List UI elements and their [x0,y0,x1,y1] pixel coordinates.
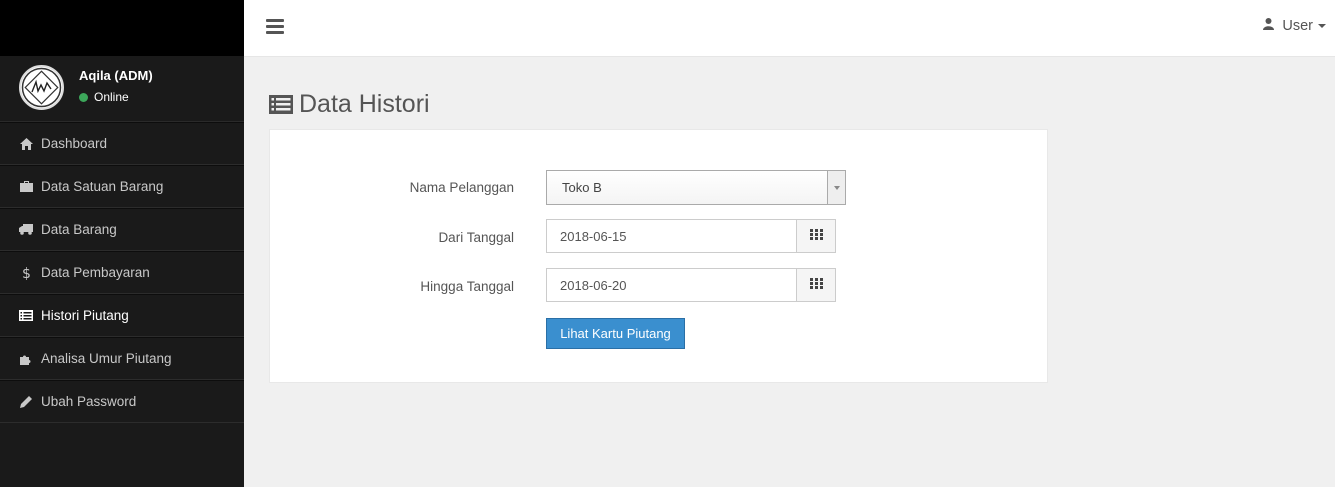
online-status-dot-icon [79,92,88,102]
user-status: Online [79,90,129,104]
sidebar-item-data-barang[interactable]: Data Barang [0,208,244,251]
grid-icon [809,227,823,245]
svg-text:$: $ [22,266,30,280]
truck-icon [19,223,33,237]
sidebar-menu: Dashboard Data Satuan Barang Data Barang… [0,122,244,423]
from-date-calendar-button[interactable] [796,219,836,253]
sidebar-item-histori-piutang[interactable]: Histori Piutang [0,294,244,337]
user-status-label: Online [94,90,129,104]
customer-label: Nama Pelanggan [409,180,514,195]
from-date-label: Dari Tanggal [438,230,514,245]
hamburger-menu-icon[interactable] [266,19,284,35]
sidebar-item-data-satuan-barang[interactable]: Data Satuan Barang [0,165,244,208]
avatar [19,65,64,110]
pencil-icon [19,395,33,409]
select-arrow-icon [827,171,845,204]
sidebar-item-label: Data Satuan Barang [41,179,164,194]
user-name: Aqila (ADM) [79,68,153,83]
sidebar-item-analisa-umur-piutang[interactable]: Analisa Umur Piutang [0,337,244,380]
sidebar-item-data-pembayaran[interactable]: $ Data Pembayaran [0,251,244,294]
page-title-text: Data Histori [299,90,430,118]
sidebar-item-ubah-password[interactable]: Ubah Password [0,380,244,423]
sidebar-item-label: Ubah Password [41,394,137,409]
sidebar: Aqila (ADM) Online Dashboard Data Satuan… [0,0,244,487]
sidebar-item-label: Analisa Umur Piutang [41,351,172,366]
sidebar-item-label: Data Pembayaran [41,265,150,280]
list-alt-icon [269,95,293,114]
grid-icon [809,276,823,294]
user-icon [1263,18,1275,34]
customer-select[interactable]: Toko B [546,170,846,205]
puzzle-icon [19,352,33,366]
customer-select-value: Toko B [562,180,602,195]
view-receivable-card-button[interactable]: Lihat Kartu Piutang [546,318,685,349]
caret-down-icon [1318,24,1326,28]
dollar-icon: $ [19,266,33,280]
sidebar-item-label: Dashboard [41,136,108,151]
user-menu-label: User [1282,18,1313,34]
sidebar-logo-area [0,0,244,56]
from-date-input[interactable]: 2018-06-15 [546,219,797,253]
topbar: User [244,0,1335,57]
sidebar-item-dashboard[interactable]: Dashboard [0,122,244,165]
user-panel: Aqila (ADM) Online [0,56,244,122]
briefcase-icon [19,180,33,194]
home-icon [19,137,33,151]
form-panel: Nama Pelanggan Toko B Dari Tanggal 2018-… [269,129,1048,383]
to-date-calendar-button[interactable] [796,268,836,302]
sidebar-item-label: Histori Piutang [41,308,129,323]
to-date-label: Hingga Tanggal [420,279,514,294]
user-menu-dropdown[interactable]: User [1263,18,1326,34]
list-alt-icon [19,309,33,323]
sidebar-item-label: Data Barang [41,222,117,237]
to-date-input[interactable]: 2018-06-20 [546,268,797,302]
page-title: Data Histori [269,90,430,119]
